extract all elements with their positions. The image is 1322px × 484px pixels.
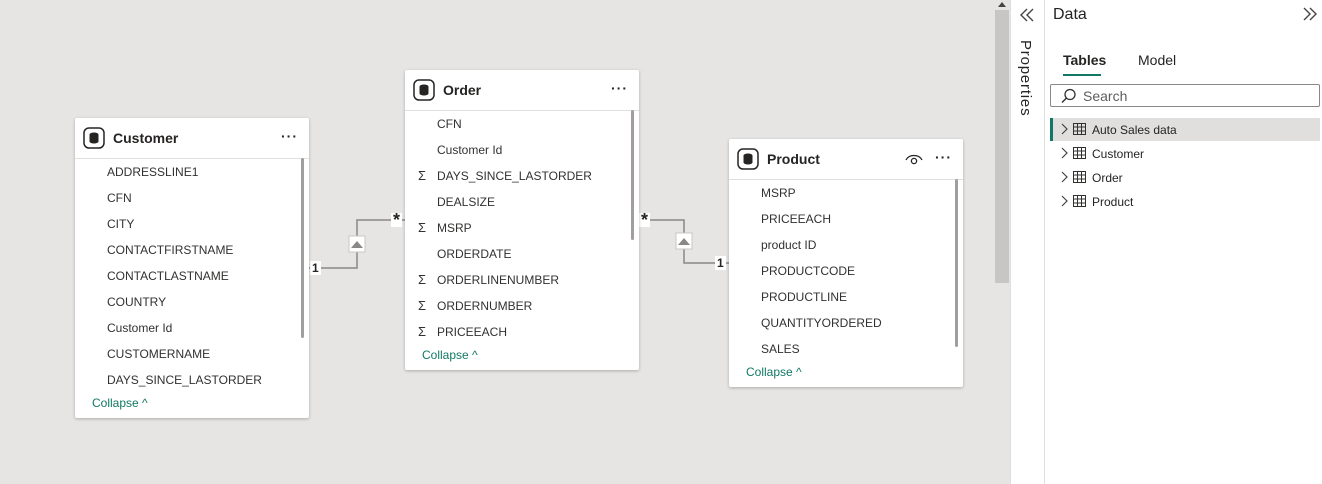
more-options-icon[interactable]: ··· — [611, 80, 628, 96]
scrollbar[interactable] — [301, 158, 304, 338]
card-header: Customer ··· — [75, 118, 309, 159]
tab-tables[interactable]: Tables — [1063, 52, 1106, 68]
field-item[interactable]: PRICEEACH — [761, 212, 831, 226]
field-item[interactable]: DAYS_SINCE_LASTORDER — [437, 169, 592, 183]
table-item[interactable]: Order — [1050, 166, 1320, 189]
field-item[interactable]: QUANTITYORDERED — [761, 316, 882, 330]
table-item-label: Product — [1092, 195, 1134, 209]
card-header: Order ··· — [405, 70, 639, 111]
table-icon — [1073, 171, 1086, 183]
field-item[interactable]: MSRP — [437, 221, 472, 235]
card-header: Product ··· — [729, 139, 963, 180]
expand-left-chevron-icon[interactable] — [1019, 8, 1035, 22]
scrollbar[interactable] — [631, 110, 634, 240]
field-item[interactable]: CFN — [107, 191, 132, 205]
search-input[interactable]: Search — [1050, 84, 1320, 107]
scroll-up-arrow-icon[interactable] — [997, 0, 1007, 8]
field-item[interactable]: CITY — [107, 217, 134, 231]
properties-pane[interactable]: Properties — [1010, 0, 1045, 484]
database-icon — [83, 127, 105, 149]
field-item[interactable]: CFN — [437, 117, 462, 131]
sum-icon: Σ — [418, 220, 427, 235]
table-card-customer[interactable]: Customer ··· ADDRESSLINE1 CFN CITY CONTACTF… — [75, 118, 309, 418]
field-item[interactable]: ORDERNUMBER — [437, 299, 532, 313]
selection-indicator — [1050, 118, 1053, 141]
database-icon — [413, 79, 435, 101]
search-icon — [1061, 88, 1076, 103]
table-item-label: Auto Sales data — [1092, 123, 1177, 137]
data-pane: Data Tables Model Search Auto Sales data… — [1045, 0, 1322, 484]
field-item[interactable]: COUNTRY — [107, 295, 166, 309]
eye-icon[interactable] — [905, 152, 923, 166]
table-item[interactable]: Customer — [1050, 142, 1320, 165]
field-item[interactable]: DAYS_SINCE_LASTORDER — [107, 373, 262, 387]
table-card-product[interactable]: Product ··· MSRP PRICEEACH product ID PRODU… — [729, 139, 963, 387]
collapse-button[interactable]: Collapse ^ — [92, 396, 148, 410]
active-tab-indicator — [1063, 74, 1101, 76]
properties-label[interactable]: Properties — [1017, 40, 1034, 116]
field-item[interactable]: product ID — [761, 238, 816, 252]
canvas-scrollbar[interactable] — [994, 0, 1010, 484]
field-item[interactable]: ORDERLINENUMBER — [437, 273, 559, 287]
field-item[interactable]: CONTACTLASTNAME — [107, 269, 229, 283]
filter-direction-icon — [675, 232, 693, 250]
table-icon — [1073, 195, 1086, 207]
table-item[interactable]: Product — [1050, 190, 1320, 213]
filter-direction-icon — [348, 235, 366, 253]
collapse-button[interactable]: Collapse ^ — [422, 348, 478, 362]
field-item[interactable]: Customer Id — [437, 143, 502, 157]
cardinality-label-many: * — [391, 210, 403, 230]
field-item[interactable]: PRODUCTLINE — [761, 290, 847, 304]
search-placeholder: Search — [1083, 88, 1128, 104]
pane-title: Data — [1053, 6, 1087, 23]
more-options-icon[interactable]: ··· — [281, 128, 298, 144]
field-item[interactable]: ORDERDATE — [437, 247, 511, 261]
field-item[interactable]: DEALSIZE — [437, 195, 495, 209]
field-item[interactable]: CUSTOMERNAME — [107, 347, 210, 361]
sum-icon: Σ — [418, 298, 427, 313]
table-icon — [1073, 123, 1086, 135]
cardinality-label-one: 1 — [310, 261, 321, 275]
card-title: Product — [767, 151, 820, 167]
collapse-button[interactable]: Collapse ^ — [746, 365, 802, 379]
chevron-right-icon[interactable] — [1060, 147, 1068, 159]
card-title: Order — [443, 82, 482, 98]
chevron-right-icon[interactable] — [1060, 195, 1068, 207]
cardinality-label-many: * — [639, 210, 651, 230]
model-canvas[interactable]: 1 * * 1 Customer ··· ADDRESSLINE1 CFN CITY… — [0, 0, 994, 484]
database-icon — [737, 148, 759, 170]
sum-icon: Σ — [418, 272, 427, 287]
collapse-pane-chevron-icon[interactable] — [1302, 7, 1318, 21]
sum-icon: Σ — [418, 168, 427, 183]
field-item[interactable]: SALES — [761, 342, 800, 356]
scrollbar-thumb[interactable] — [995, 10, 1009, 283]
field-item[interactable]: Customer Id — [107, 321, 172, 335]
table-icon — [1073, 147, 1086, 159]
cardinality-label-one: 1 — [715, 256, 726, 270]
table-item[interactable]: Auto Sales data — [1050, 118, 1320, 141]
table-item-label: Customer — [1092, 147, 1145, 161]
field-item[interactable]: CONTACTFIRSTNAME — [107, 243, 233, 257]
table-card-order[interactable]: Order ··· CFN Customer Id Σ DAYS_SINCE_LAST… — [405, 70, 639, 370]
field-item[interactable]: ADDRESSLINE1 — [107, 165, 198, 179]
chevron-right-icon[interactable] — [1060, 171, 1068, 183]
scrollbar[interactable] — [955, 179, 958, 347]
chevron-right-icon[interactable] — [1060, 123, 1068, 135]
table-item-label: Order — [1092, 171, 1123, 185]
field-item[interactable]: MSRP — [761, 186, 796, 200]
field-item[interactable]: PRODUCTCODE — [761, 264, 855, 278]
tab-model[interactable]: Model — [1138, 52, 1176, 68]
card-title: Customer — [113, 130, 179, 146]
sum-icon: Σ — [418, 324, 427, 339]
more-options-icon[interactable]: ··· — [935, 149, 952, 165]
field-item[interactable]: PRICEEACH — [437, 325, 507, 339]
